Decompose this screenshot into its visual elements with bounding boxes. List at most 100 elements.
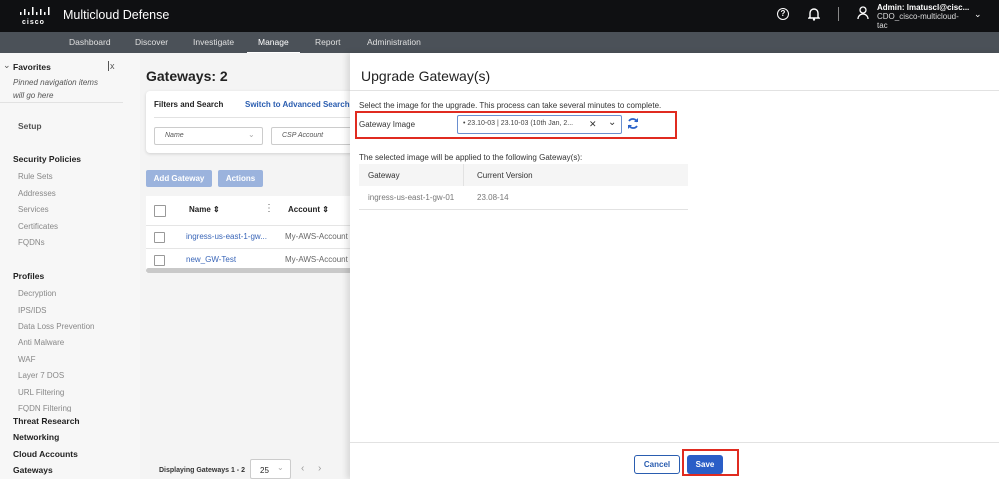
gateway-image-label: Gateway Image [359, 120, 416, 129]
clear-icon[interactable]: ✕ [589, 119, 597, 130]
save-button[interactable]: Save [687, 455, 723, 474]
next-page-button[interactable]: › [318, 463, 321, 474]
page-size-select[interactable]: 25 ⌄ [250, 459, 291, 479]
column-header-current-version: Current Version [477, 171, 533, 180]
sidebar-item-fqdn-filtering[interactable]: FQDN Filtering [18, 404, 71, 412]
bell-icon[interactable] [807, 7, 821, 24]
actions-button[interactable]: Actions [218, 170, 263, 187]
clear-favorites-icon[interactable]: x [108, 61, 115, 71]
gateway-name-link[interactable]: new_GW-Test [186, 255, 236, 264]
selected-gateways-table: Gateway Current Version ingress-us-east-… [359, 164, 688, 210]
name-filter[interactable]: Name ⌄ [154, 127, 263, 145]
divider [350, 90, 999, 91]
divider [0, 102, 123, 103]
sort-icon: ⇕ [322, 205, 329, 214]
pagination-summary: Displaying Gateways 1 - 2 [159, 467, 245, 474]
top-bar: cisco Multicloud Defense ? Admin: lmatus… [0, 0, 999, 32]
nav-administration[interactable]: Administration [367, 37, 421, 47]
table-row[interactable]: ingress-us-east-1-gw... My-AWS-Account [146, 226, 356, 248]
sidebar-item-url-filtering[interactable]: URL Filtering [18, 388, 64, 397]
account-cell: My-AWS-Account [285, 255, 348, 264]
gateways-page: Gateways: 2 Filters and Search Switch to… [140, 53, 366, 479]
sidebar-item-certificates[interactable]: Certificates [18, 222, 58, 231]
sidebar-item-networking[interactable]: Networking [13, 432, 59, 442]
user-menu[interactable]: Admin: lmatuscl@cisc... CDO_cisco-multic… [877, 3, 969, 30]
sidebar-item-addresses[interactable]: Addresses [18, 189, 56, 198]
row-checkbox[interactable] [154, 255, 165, 266]
sidebar-item-anti-malware[interactable]: Anti Malware [18, 338, 64, 347]
help-icon[interactable]: ? [777, 8, 789, 20]
sidebar-item-services[interactable]: Services [18, 205, 49, 214]
gateways-table: Name ⇕ ⋮ Account ⇕ ingress-us-east-1-gw.… [146, 196, 356, 273]
favorites-hint: Pinned navigation items will go here [13, 78, 98, 100]
sidebar-item-cloud-accounts[interactable]: Cloud Accounts [13, 449, 78, 459]
prev-page-button[interactable]: ‹ [301, 463, 304, 474]
app-title: Multicloud Defense [63, 8, 170, 22]
divider [350, 442, 999, 443]
version-cell: 23.08-14 [477, 193, 509, 202]
horizontal-scrollbar[interactable] [146, 268, 356, 273]
filters-label: Filters and Search [154, 100, 224, 109]
gateway-image-select[interactable]: • 23.10-03 | 23.10-03 (10th Jan, 2... ✕ … [457, 115, 622, 134]
sidebar-item-fqdns[interactable]: FQDNs [18, 238, 45, 247]
nav-dashboard[interactable]: Dashboard [69, 37, 111, 47]
csp-filter-placeholder: CSP Account [282, 132, 324, 139]
favorites-heading[interactable]: Favorites [13, 62, 51, 72]
select-all-checkbox[interactable] [154, 205, 166, 217]
filters-card: Filters and Search Switch to Advanced Se… [146, 91, 366, 153]
sidebar-item-decryption[interactable]: Decryption [18, 289, 56, 298]
account-cell: My-AWS-Account [285, 232, 348, 241]
gateway-image-value: • 23.10-03 | 23.10-03 (10th Jan, 2... [463, 120, 574, 127]
tenant-name: CDO_cisco-multicloud- [877, 12, 959, 21]
nav-manage[interactable]: Manage [247, 37, 300, 54]
cisco-logo: cisco [19, 6, 53, 26]
divider [463, 164, 464, 186]
column-header-account[interactable]: Account ⇕ [288, 205, 329, 214]
divider [838, 7, 839, 21]
tenant-name-cont: tac [877, 21, 888, 30]
name-filter-placeholder: Name [165, 132, 184, 139]
sidebar-item-dlp[interactable]: Data Loss Prevention [18, 322, 95, 331]
chevron-down-icon[interactable]: ⌄ [608, 117, 616, 128]
sidebar-item-waf[interactable]: WAF [18, 355, 35, 364]
chevron-down-icon: ⌄ [277, 463, 284, 472]
sidebar-item-threat-research[interactable]: Threat Research [13, 416, 80, 426]
advanced-search-link[interactable]: Switch to Advanced Search [245, 100, 350, 109]
sort-icon: ⇕ [213, 205, 220, 214]
sidebar-item-gateways[interactable]: Gateways [13, 465, 53, 475]
instruction-text: Select the image for the upgrade. This p… [359, 101, 662, 110]
sidebar-item-ips-ids[interactable]: IPS/IDS [18, 306, 46, 315]
nav-discover[interactable]: Discover [135, 37, 168, 47]
sidebar-item-setup[interactable]: Setup [18, 121, 42, 131]
divider [359, 209, 688, 210]
row-checkbox[interactable] [154, 232, 165, 243]
refresh-icon[interactable] [627, 117, 639, 133]
cancel-button[interactable]: Cancel [634, 455, 680, 474]
page-title: Gateways: 2 [146, 68, 228, 84]
chevron-down-icon: ⌄ [248, 130, 255, 139]
profiles-heading[interactable]: Profiles [13, 271, 44, 281]
divider [154, 117, 354, 118]
add-gateway-button[interactable]: Add Gateway [146, 170, 212, 187]
column-header-gateway: Gateway [368, 171, 400, 180]
security-policies-heading[interactable]: Security Policies [13, 154, 81, 164]
chevron-down-icon[interactable]: ⌄ [3, 60, 11, 71]
gateway-cell: ingress-us-east-1-gw-01 [368, 193, 455, 202]
page-size-value: 25 [260, 466, 269, 475]
chevron-down-icon[interactable]: ⌄ [974, 9, 982, 20]
user-name: Admin: lmatuscl@cisc... [877, 3, 970, 12]
main-nav: Dashboard Discover Investigate Manage Re… [0, 32, 999, 54]
upgrade-gateway-panel: Upgrade Gateway(s) Select the image for … [350, 53, 999, 479]
csp-account-filter[interactable]: CSP Account [271, 127, 361, 145]
nav-report[interactable]: Report [315, 37, 341, 47]
nav-investigate[interactable]: Investigate [193, 37, 234, 47]
sidebar: ⌄ Favorites x Pinned navigation items wil… [0, 53, 140, 479]
column-header-name[interactable]: Name ⇕ [189, 205, 220, 214]
applied-text: The selected image will be applied to th… [359, 153, 583, 162]
gateway-name-link[interactable]: ingress-us-east-1-gw... [186, 232, 267, 241]
column-menu-icon[interactable]: ⋮ [264, 203, 274, 214]
panel-title: Upgrade Gateway(s) [361, 68, 491, 84]
sidebar-item-layer7-dos[interactable]: Layer 7 DOS [18, 371, 64, 380]
user-icon[interactable] [857, 6, 869, 23]
sidebar-item-rule-sets[interactable]: Rule Sets [18, 172, 53, 181]
